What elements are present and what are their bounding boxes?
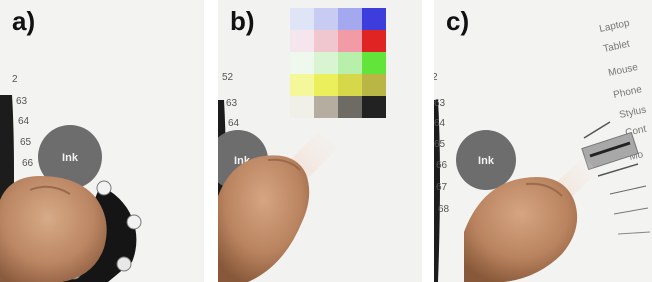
palette-swatch[interactable] [290,8,314,30]
palette-swatch[interactable] [362,74,386,96]
palette-swatch[interactable] [338,52,362,74]
margin-number: 65 [434,139,446,150]
margin-number: 66 [22,158,34,169]
palette-swatch[interactable] [362,96,386,118]
panel-label: c) [446,6,470,36]
panel-a: 2 63 64 65 66 7 Ink a) [0,0,204,282]
color-palette[interactable] [290,8,386,118]
palette-swatch[interactable] [338,8,362,30]
margin-number: 66 [436,160,448,171]
palette-swatch[interactable] [338,96,362,118]
panel-label: b) [230,6,255,36]
margin-number: 64 [434,118,446,129]
palette-swatch[interactable] [290,52,314,74]
lock-icon[interactable] [116,256,132,272]
margin-number: 52 [222,72,234,83]
palette-swatch[interactable] [290,30,314,52]
panel-a-photo: 2 63 64 65 66 7 Ink [0,0,204,282]
shape-icon[interactable] [126,214,142,230]
margin-number: 63 [434,98,446,109]
palette-swatch[interactable] [362,52,386,74]
panel-label: a) [12,6,36,36]
palette-swatch[interactable] [314,52,338,74]
palette-swatch[interactable] [362,8,386,30]
margin-number: 67 [436,182,448,193]
palette-swatch[interactable] [338,74,362,96]
palette-swatch[interactable] [362,30,386,52]
margin-number: 68 [438,204,450,215]
panel-b: 52 63 64 65 66 Ink b) [218,0,422,282]
margin-number: 64 [228,118,240,129]
ink-label: Ink [478,155,495,167]
margin-number: 2 [434,72,438,83]
pen-icon[interactable] [96,180,112,196]
margin-number: 65 [20,137,32,148]
margin-number: 64 [18,116,30,127]
palette-swatch[interactable] [314,96,338,118]
palette-swatch[interactable] [290,96,314,118]
palette-swatch[interactable] [290,74,314,96]
palette-swatch[interactable] [314,30,338,52]
ink-label: Ink [62,152,79,164]
margin-number: 63 [16,96,28,107]
panel-c: 2 63 64 65 66 67 68 Laptop Tablet Mouse … [434,0,652,282]
margin-number: 63 [226,98,238,109]
panel-b-photo: 52 63 64 65 66 Ink [218,0,422,282]
margin-number: 2 [12,74,18,85]
panel-c-photo: 2 63 64 65 66 67 68 Laptop Tablet Mouse … [434,0,652,282]
palette-swatch[interactable] [338,30,362,52]
palette-swatch[interactable] [314,74,338,96]
palette-swatch[interactable] [314,8,338,30]
